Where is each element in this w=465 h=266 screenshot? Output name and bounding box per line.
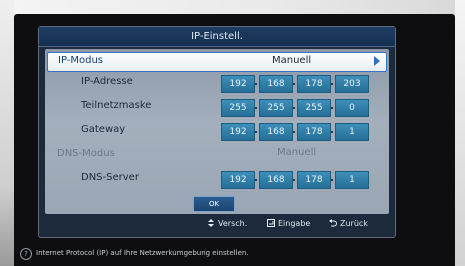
ip-address-octet-2[interactable]: 168 xyxy=(259,75,293,93)
move-hint: Versch. xyxy=(207,219,247,228)
dns-server-label: DNS-Server xyxy=(81,172,139,183)
back-hint: Zurück xyxy=(329,219,368,228)
octet-separator xyxy=(255,107,257,109)
ip-mode-value: Manuell xyxy=(272,55,312,66)
enter-icon xyxy=(267,219,275,227)
dns-server-octet-4[interactable]: 1 xyxy=(335,171,369,189)
status-text: Internet Protocol (IP) auf Ihre Netzwerk… xyxy=(36,249,249,257)
gateway-octet-1[interactable]: 192 xyxy=(221,123,255,141)
dns-server-row[interactable]: DNS-Server 192 168 178 1 xyxy=(45,169,389,191)
background-glare-left xyxy=(0,0,14,266)
ip-mode-label: IP-Modus xyxy=(58,55,104,66)
dns-server-octet-1[interactable]: 192 xyxy=(221,171,255,189)
subnet-mask-octet-2[interactable]: 255 xyxy=(259,99,293,117)
move-hint-label: Versch. xyxy=(218,219,248,228)
ip-address-label: IP-Adresse xyxy=(81,76,133,87)
ip-address-octet-4[interactable]: 203 xyxy=(335,75,369,93)
octet-separator xyxy=(255,179,257,181)
subnet-mask-row[interactable]: Teilnetzmaske 255 255 255 0 xyxy=(45,97,389,119)
ip-mode-row[interactable]: IP-Modus Manuell xyxy=(47,52,387,72)
octet-separator xyxy=(293,179,295,181)
dns-mode-row[interactable]: DNS-Modus Manuell xyxy=(45,145,389,167)
back-hint-label: Zurück xyxy=(340,219,368,228)
status-bar: ? Internet Protocol (IP) auf Ihre Netzwe… xyxy=(20,248,440,262)
ip-address-octet-3[interactable]: 178 xyxy=(297,75,331,93)
dialog-title: IP-Einstell. xyxy=(39,27,395,47)
gateway-octet-2[interactable]: 168 xyxy=(259,123,293,141)
octet-separator xyxy=(255,131,257,133)
up-down-arrows-icon xyxy=(208,219,214,227)
gateway-label: Gateway xyxy=(81,124,126,135)
return-arrow-icon xyxy=(329,219,337,227)
ip-address-octet-1[interactable]: 192 xyxy=(221,75,255,93)
footer-hints: Versch. Eingabe Zurück xyxy=(39,215,395,235)
octet-separator xyxy=(293,83,295,85)
gateway-octet-3[interactable]: 178 xyxy=(297,123,331,141)
dns-mode-value: Manuell xyxy=(277,147,317,158)
octet-separator xyxy=(255,83,257,85)
subnet-mask-octet-4[interactable]: 0 xyxy=(335,99,369,117)
settings-panel: IP-Modus Manuell IP-Adresse 192 168 178 … xyxy=(45,49,389,214)
dns-server-octet-2[interactable]: 168 xyxy=(259,171,293,189)
octet-separator xyxy=(331,107,333,109)
arrow-right-icon xyxy=(374,56,380,66)
help-icon: ? xyxy=(20,248,32,260)
subnet-mask-octet-3[interactable]: 255 xyxy=(297,99,331,117)
octet-separator xyxy=(331,131,333,133)
octet-separator xyxy=(331,83,333,85)
subnet-mask-label: Teilnetzmaske xyxy=(81,100,152,111)
gateway-octet-4[interactable]: 1 xyxy=(335,123,369,141)
ip-settings-dialog: IP-Einstell. IP-Modus Manuell IP-Adresse… xyxy=(38,26,396,238)
dns-mode-label: DNS-Modus xyxy=(57,148,115,159)
ip-address-row[interactable]: IP-Adresse 192 168 178 203 xyxy=(45,73,389,95)
ok-button[interactable]: OK xyxy=(193,196,235,212)
octet-separator xyxy=(331,179,333,181)
gateway-row[interactable]: Gateway 192 168 178 1 xyxy=(45,121,389,143)
subnet-mask-octet-1[interactable]: 255 xyxy=(221,99,255,117)
octet-separator xyxy=(293,107,295,109)
octet-separator xyxy=(293,131,295,133)
enter-hint-label: Eingabe xyxy=(278,219,311,228)
background-glare-right xyxy=(455,0,465,266)
dns-server-octet-3[interactable]: 178 xyxy=(297,171,331,189)
enter-hint: Eingabe xyxy=(267,219,310,228)
